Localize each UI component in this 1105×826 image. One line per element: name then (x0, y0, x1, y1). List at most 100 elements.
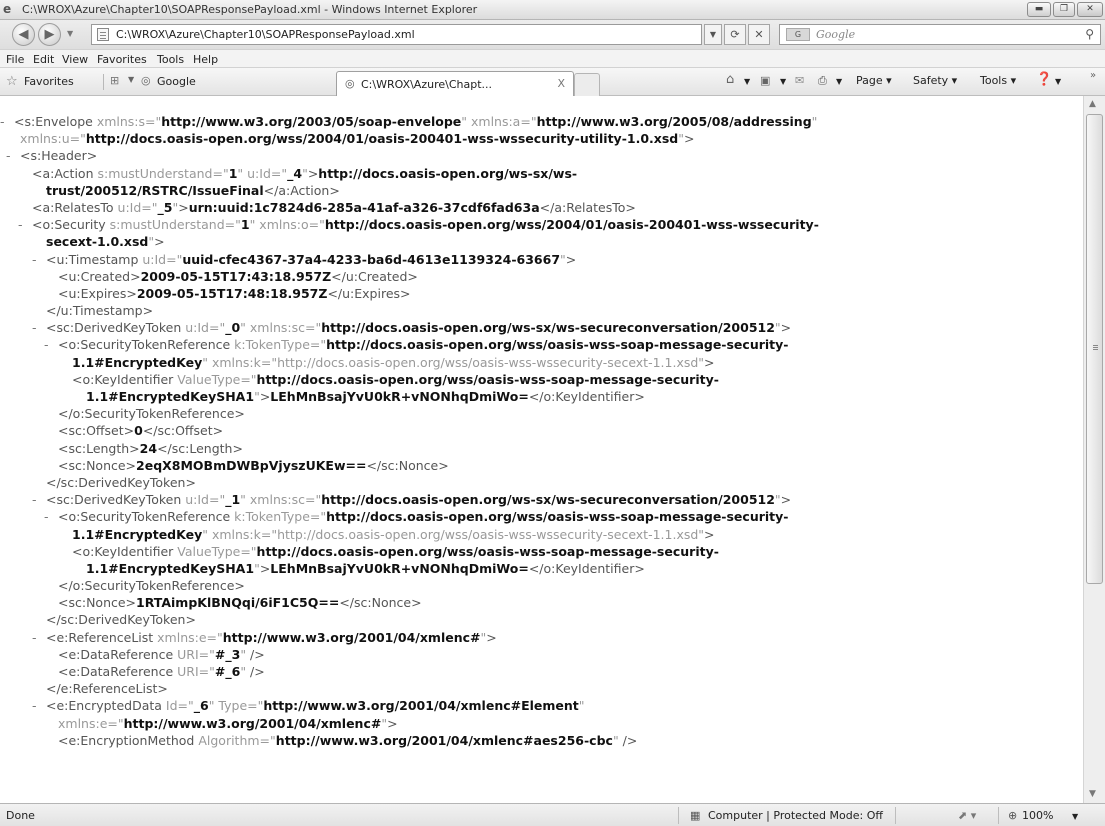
vertical-scrollbar[interactable]: ▲ ▼ (1083, 96, 1105, 803)
menu-edit[interactable]: Edit (33, 53, 54, 66)
feeds-icon[interactable]: ▣ (760, 74, 770, 87)
collapse-toggle[interactable]: - (6, 147, 20, 164)
feeds-dropdown-icon[interactable]: ▼ (780, 77, 786, 86)
print-icon[interactable]: ⎙ (818, 74, 827, 88)
print-dropdown-icon[interactable]: ▼ (836, 77, 842, 86)
xml-line: 1.1#EncryptedKey" xmlns:k="http://docs.o… (0, 354, 1083, 371)
safety-menu[interactable]: Safety ▾ (913, 74, 957, 87)
address-dropdown-icon[interactable]: ▼ (704, 24, 722, 45)
favorites-star-icon[interactable]: ☆ (6, 74, 18, 89)
new-tab-button[interactable] (574, 73, 600, 96)
google-favorite-link[interactable]: Google (157, 75, 196, 88)
search-icon[interactable]: ⚲ (1085, 27, 1094, 41)
zoom-dropdown-icon[interactable]: ▼ (1072, 812, 1078, 821)
search-box[interactable]: G Google ⚲ (779, 24, 1101, 45)
recent-pages-dropdown-icon[interactable]: ▼ (67, 29, 73, 38)
tools-menu[interactable]: Tools ▾ (980, 74, 1016, 87)
xml-line: </o:SecurityTokenReference> (0, 405, 1083, 422)
xml-value: _1 (225, 492, 241, 508)
xml-tag: <sc:Offset> (58, 423, 135, 439)
back-button[interactable]: ◀ (12, 23, 35, 46)
address-field[interactable]: C:\WROX\Azure\Chapter10\SOAPResponsePayl… (91, 24, 702, 45)
refresh-icon[interactable]: ⟳ (724, 24, 746, 45)
home-dropdown-icon[interactable]: ▼ (744, 77, 750, 86)
xml-attribute: k:TokenType=" (234, 509, 327, 525)
menu-help[interactable]: Help (193, 53, 218, 66)
collapse-toggle[interactable]: - (44, 508, 58, 525)
collapse-toggle[interactable]: - (32, 251, 46, 268)
menu-view[interactable]: View (62, 53, 88, 66)
menu-file[interactable]: File (6, 53, 24, 66)
quick-tabs-icon[interactable]: ⊞ (110, 74, 119, 87)
xml-line: <a:RelatesTo u:Id="_5">urn:uuid:1c7824d6… (0, 199, 1083, 216)
collapse-toggle[interactable]: - (32, 697, 46, 714)
separator (103, 74, 104, 90)
page-menu[interactable]: Page ▾ (856, 74, 892, 87)
favorites-button[interactable]: Favorites (24, 75, 74, 88)
scroll-up-arrow-icon[interactable]: ▲ (1089, 99, 1096, 109)
xml-tree: - <s:Envelope xmlns:s="http://www.w3.org/… (0, 96, 1083, 749)
xml-line: </o:SecurityTokenReference> (0, 577, 1083, 594)
xml-line: <o:KeyIdentifier ValueType="http://docs.… (0, 543, 1083, 560)
xml-line: - <s:Header> (0, 147, 1083, 164)
xml-tag: > (178, 199, 189, 215)
xml-tag: </sc:Nonce> (339, 595, 422, 611)
collapse-toggle[interactable]: - (32, 629, 46, 646)
xml-value: secext-1.0.xsd (46, 234, 149, 250)
xml-tag: /> (246, 646, 265, 662)
minimize-button[interactable]: ▬ (1027, 2, 1051, 17)
zoom-pan-icon[interactable]: ⬈ ▾ (958, 809, 976, 822)
xml-tag: <o:SecurityTokenReference (58, 337, 235, 353)
maximize-button[interactable]: ❐ (1053, 2, 1075, 17)
collapse-toggle[interactable]: - (0, 113, 14, 130)
address-url[interactable]: C:\WROX\Azure\Chapter10\SOAPResponsePayl… (116, 28, 415, 41)
help-icon[interactable]: ❓ (1036, 72, 1052, 87)
xml-tag: <sc:DerivedKeyToken (46, 320, 186, 336)
collapse-toggle[interactable]: - (44, 336, 58, 353)
xml-tag: > (387, 715, 398, 731)
forward-button[interactable]: ▶ (38, 23, 61, 46)
tab-active[interactable]: ◎ C:\WROX\Azure\Chapt... X (336, 71, 574, 96)
xml-tag: > (780, 320, 792, 336)
xml-attribute: xmlns:e=" (58, 715, 124, 731)
collapse-toggle[interactable]: - (18, 216, 32, 233)
collapse-toggle[interactable]: - (32, 491, 46, 508)
search-provider-icon[interactable]: G (786, 28, 810, 41)
xml-line: <sc:Length>24</sc:Length> (0, 440, 1083, 457)
tab-title[interactable]: C:\WROX\Azure\Chapt... (361, 78, 492, 91)
xml-line: <e:EncryptionMethod Algorithm="http://ww… (0, 732, 1083, 749)
xml-attribute: u:Id=" (185, 492, 226, 508)
xml-value: uuid-cfec4367-37a4-4233-ba6d-4613e113932… (182, 251, 561, 267)
xml-value: http://docs.oasis-open.org/wss/oasis-wss… (326, 509, 789, 525)
xml-value: http://www.w3.org/2001/04/xmlenc# (123, 715, 382, 731)
mail-icon[interactable]: ✉ (795, 74, 804, 87)
home-icon[interactable]: ⌂ (726, 72, 734, 87)
xml-value: 0 (134, 423, 143, 439)
zoom-level[interactable]: 100% (1022, 809, 1053, 822)
xml-line: <a:Action s:mustUnderstand="1" u:Id="_4"… (0, 165, 1083, 182)
tab-page-icon: ◎ (345, 77, 355, 90)
help-dropdown-icon[interactable]: ▼ (1055, 77, 1061, 86)
collapse-toggle[interactable]: - (32, 319, 46, 336)
xml-value: http://docs.oasis-open.org/wss/oasis-wss… (256, 543, 719, 559)
xml-line: xmlns:e="http://www.w3.org/2001/04/xmlen… (0, 715, 1083, 732)
menu-tools[interactable]: Tools (157, 53, 184, 66)
xml-tag: </sc:Offset> (142, 423, 224, 439)
menu-favorites[interactable]: Favorites (97, 53, 147, 66)
toolbar-overflow-chevron[interactable]: » (1090, 70, 1096, 81)
scroll-down-arrow-icon[interactable]: ▼ (1089, 789, 1096, 799)
xml-tag: > (259, 560, 271, 576)
tab-close-icon[interactable]: X (557, 77, 565, 90)
page-icon (97, 28, 109, 41)
xml-tag: </sc:DerivedKeyToken> (46, 474, 196, 490)
scrollbar-thumb[interactable] (1086, 114, 1103, 584)
stop-icon[interactable]: ✕ (748, 24, 770, 45)
close-button[interactable]: ✕ (1077, 2, 1103, 17)
xml-value: 1RTAimpKlBNQqi/6iF1C5Q== (136, 595, 340, 611)
security-zone-text[interactable]: Computer | Protected Mode: Off (708, 809, 883, 822)
xml-attribute: ValueType=" (177, 543, 257, 559)
tab-list-dropdown-icon[interactable]: ▼ (128, 75, 134, 84)
xml-attribute: URI=" (177, 664, 215, 679)
xml-tag: </sc:Nonce> (366, 457, 449, 473)
zoom-icon[interactable]: ⊕ (1008, 809, 1017, 822)
